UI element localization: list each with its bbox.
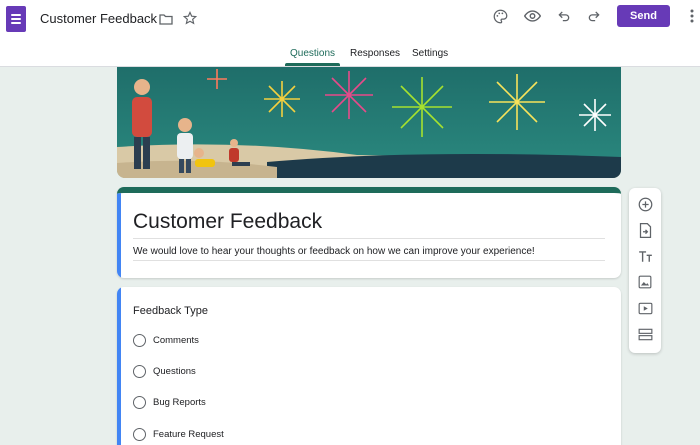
radio-option[interactable]: Comments bbox=[133, 332, 199, 348]
tab-settings[interactable]: Settings bbox=[412, 48, 448, 59]
more-vert-icon[interactable] bbox=[686, 7, 698, 25]
option-label: Comments bbox=[153, 334, 199, 346]
forms-logo-icon[interactable] bbox=[6, 6, 26, 32]
option-label: Questions bbox=[153, 365, 196, 377]
add-video-icon[interactable] bbox=[637, 300, 653, 316]
selected-card-indicator bbox=[117, 193, 121, 278]
folder-icon[interactable] bbox=[158, 11, 174, 27]
radio-button[interactable] bbox=[133, 395, 146, 409]
send-button[interactable]: Send bbox=[617, 5, 670, 27]
form-description[interactable]: We would love to hear your thoughts or f… bbox=[133, 246, 535, 257]
radio-button[interactable] bbox=[133, 364, 146, 378]
question-card[interactable]: Feedback Type Comments Questions Bug Rep… bbox=[117, 287, 621, 445]
undo-icon[interactable] bbox=[556, 8, 572, 24]
option-label: Bug Reports bbox=[153, 396, 206, 408]
tab-questions[interactable]: Questions bbox=[290, 48, 335, 59]
form-title-card[interactable]: Customer Feedback We would love to hear … bbox=[117, 187, 621, 278]
header-image bbox=[117, 67, 621, 178]
add-section-icon[interactable] bbox=[637, 326, 653, 342]
form-name[interactable]: Customer Feedback bbox=[40, 11, 157, 26]
top-bar: Customer Feedback Send Questions Respons… bbox=[0, 0, 700, 67]
question-title[interactable]: Feedback Type bbox=[133, 305, 208, 317]
active-tab-indicator bbox=[285, 63, 340, 66]
import-questions-icon[interactable] bbox=[637, 222, 653, 238]
add-title-icon[interactable] bbox=[637, 248, 653, 264]
radio-button[interactable] bbox=[133, 427, 146, 441]
add-image-icon[interactable] bbox=[637, 274, 653, 290]
add-question-icon[interactable] bbox=[637, 196, 653, 212]
tab-responses[interactable]: Responses bbox=[350, 48, 400, 59]
preview-icon[interactable] bbox=[523, 8, 541, 24]
form-description-underline bbox=[133, 260, 605, 261]
question-card-indicator bbox=[117, 287, 121, 445]
radio-option[interactable]: Bug Reports bbox=[133, 394, 206, 410]
radio-button[interactable] bbox=[133, 333, 146, 347]
radio-option[interactable]: Feature Request bbox=[133, 426, 224, 442]
star-icon[interactable] bbox=[182, 10, 198, 26]
redo-icon[interactable] bbox=[586, 8, 602, 24]
form-title-underline bbox=[133, 238, 605, 239]
radio-option[interactable]: Questions bbox=[133, 363, 196, 379]
floating-toolbar bbox=[629, 188, 661, 353]
form-title[interactable]: Customer Feedback bbox=[133, 210, 322, 234]
palette-icon[interactable] bbox=[492, 8, 508, 24]
option-label: Feature Request bbox=[153, 428, 224, 440]
